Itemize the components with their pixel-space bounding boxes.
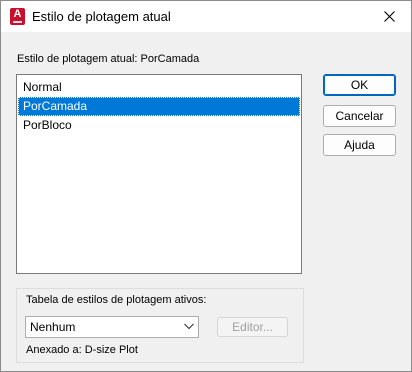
help-button[interactable]: Ajuda — [323, 134, 396, 156]
cancel-button[interactable]: Cancelar — [323, 105, 396, 127]
attached-to-text: Anexado a: D-size Plot — [26, 344, 138, 356]
list-item-normal[interactable]: Normal — [18, 78, 300, 97]
attached-label: Anexado a: — [26, 344, 82, 356]
dropdown-value: Nenhum — [30, 320, 76, 334]
plot-style-dialog: A Estilo de plotagem atual Estilo de plo… — [0, 0, 412, 372]
ok-button[interactable]: OK — [323, 74, 396, 96]
plot-style-table-dropdown[interactable]: Nenhum — [25, 316, 199, 338]
autocad-icon: A — [10, 8, 25, 25]
plot-style-table-label: Tabela de estilos de plotagem ativos: — [26, 294, 207, 306]
plot-style-table-group: Tabela de estilos de plotagem ativos: Ne… — [16, 288, 304, 363]
window-title: Estilo de plotagem atual — [32, 9, 171, 24]
title-bar: A Estilo de plotagem atual — [1, 1, 411, 32]
plot-style-list[interactable]: Normal PorCamada PorBloco — [16, 74, 302, 274]
attached-value: D-size Plot — [84, 344, 138, 356]
list-item-porcamada[interactable]: PorCamada — [18, 97, 300, 116]
close-icon — [384, 11, 395, 22]
current-style-label: Estilo de plotagem atual: PorCamada — [17, 53, 200, 65]
list-item-porbloco[interactable]: PorBloco — [18, 116, 300, 135]
editor-button[interactable]: Editor... — [217, 317, 288, 337]
chevron-down-icon — [184, 323, 194, 330]
close-button[interactable] — [367, 1, 411, 32]
